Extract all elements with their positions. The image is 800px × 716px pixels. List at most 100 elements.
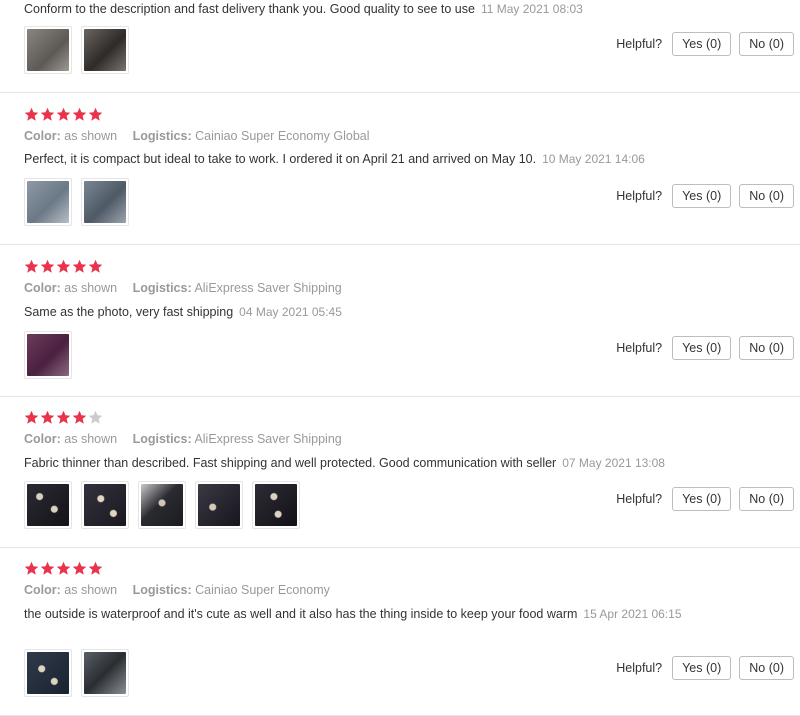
star-filled-icon (56, 410, 71, 425)
review-item: Conform to the description and fast deli… (0, 0, 800, 93)
review-meta: Color: as shown Logistics: AliExpress Sa… (24, 281, 354, 295)
review-photos (24, 26, 129, 74)
helpful-controls: Helpful? Yes (0) No (0) (616, 32, 794, 56)
star-filled-icon (72, 561, 87, 576)
star-filled-icon (40, 107, 55, 122)
helpful-yes-button[interactable]: Yes (0) (672, 656, 732, 680)
rating-stars (24, 410, 103, 426)
review-date: 11 May 2021 08:03 (480, 2, 583, 16)
review-item: Color: as shown Logistics: Cainiao Super… (0, 93, 800, 245)
review-photo[interactable] (195, 481, 243, 529)
review-photos (24, 331, 72, 379)
review-item: Color: as shown Logistics: Cainiao Super… (0, 547, 800, 716)
review-text: Perfect, it is compact but ideal to take… (24, 150, 684, 169)
star-filled-icon (24, 561, 39, 576)
review-item: Color: as shown Logistics: AliExpress Sa… (0, 244, 800, 397)
logistics-label: Logistics: (132, 281, 192, 295)
helpful-label: Helpful? (616, 492, 663, 506)
logistics-value: Cainiao Super Economy Global (195, 129, 370, 143)
review-photo[interactable] (24, 26, 72, 74)
review-date: 10 May 2021 14:06 (542, 152, 645, 166)
review-text: Same as the photo, very fast shipping 04 … (24, 303, 684, 322)
helpful-controls: Helpful? Yes (0) No (0) (616, 487, 794, 511)
helpful-controls: Helpful? Yes (0) No (0) (616, 336, 794, 360)
color-value: as shown (64, 432, 118, 446)
helpful-no-button[interactable]: No (0) (739, 487, 794, 511)
review-meta: Color: as shown Logistics: Cainiao Super… (24, 583, 342, 597)
helpful-no-button[interactable]: No (0) (739, 336, 794, 360)
helpful-controls: Helpful? Yes (0) No (0) (616, 656, 794, 680)
review-body: the outside is waterproof and it's cute … (24, 607, 578, 621)
review-body: Conform to the description and fast deli… (24, 2, 475, 16)
review-text: the outside is waterproof and it's cute … (24, 605, 688, 624)
helpful-label: Helpful? (616, 189, 663, 203)
rating-stars (24, 561, 103, 577)
color-value: as shown (64, 281, 118, 295)
star-filled-icon (88, 561, 103, 576)
star-empty-icon (88, 410, 103, 425)
star-filled-icon (72, 259, 87, 274)
review-photos (24, 481, 300, 529)
review-body: Perfect, it is compact but ideal to take… (24, 152, 537, 166)
review-meta: Color: as shown Logistics: AliExpress Sa… (24, 432, 354, 446)
rating-stars (24, 259, 103, 275)
review-date: 15 Apr 2021 06:15 (583, 607, 682, 621)
star-filled-icon (24, 259, 39, 274)
color-value: as shown (64, 583, 118, 597)
review-item: Color: as shown Logistics: AliExpress Sa… (0, 396, 800, 548)
helpful-no-button[interactable]: No (0) (739, 32, 794, 56)
logistics-label: Logistics: (132, 583, 192, 597)
helpful-no-button[interactable]: No (0) (739, 656, 794, 680)
review-photo[interactable] (24, 481, 72, 529)
review-body: Fabric thinner than described. Fast ship… (24, 456, 557, 470)
helpful-yes-button[interactable]: Yes (0) (672, 336, 732, 360)
helpful-controls: Helpful? Yes (0) No (0) (616, 184, 794, 208)
review-photo[interactable] (81, 481, 129, 529)
review-date: 07 May 2021 13:08 (562, 456, 665, 470)
helpful-label: Helpful? (616, 341, 663, 355)
color-label: Color: (24, 432, 61, 446)
logistics-label: Logistics: (132, 432, 192, 446)
review-meta: Color: as shown Logistics: Cainiao Super… (24, 129, 382, 143)
review-photo[interactable] (24, 649, 72, 697)
review-text: Fabric thinner than described. Fast ship… (24, 454, 684, 473)
star-filled-icon (72, 410, 87, 425)
review-photos (24, 649, 129, 697)
color-label: Color: (24, 583, 61, 597)
color-label: Color: (24, 281, 61, 295)
review-text: Conform to the description and fast deli… (24, 0, 684, 19)
review-photo[interactable] (24, 331, 72, 379)
color-value: as shown (64, 129, 118, 143)
review-photo[interactable] (24, 178, 72, 226)
star-filled-icon (56, 259, 71, 274)
helpful-yes-button[interactable]: Yes (0) (672, 184, 732, 208)
color-label: Color: (24, 129, 61, 143)
star-filled-icon (24, 410, 39, 425)
review-body: Same as the photo, very fast shipping (24, 305, 234, 319)
star-filled-icon (88, 259, 103, 274)
star-filled-icon (56, 561, 71, 576)
review-photo[interactable] (81, 649, 129, 697)
logistics-value: Cainiao Super Economy (195, 583, 330, 597)
rating-stars (24, 107, 103, 123)
helpful-yes-button[interactable]: Yes (0) (672, 487, 732, 511)
review-photo[interactable] (252, 481, 300, 529)
review-photos (24, 178, 129, 226)
review-date: 04 May 2021 05:45 (239, 305, 342, 319)
review-photo[interactable] (138, 481, 186, 529)
helpful-no-button[interactable]: No (0) (739, 184, 794, 208)
star-filled-icon (24, 107, 39, 122)
star-filled-icon (56, 107, 71, 122)
logistics-value: AliExpress Saver Shipping (194, 281, 342, 295)
star-filled-icon (40, 561, 55, 576)
review-photo[interactable] (81, 26, 129, 74)
helpful-yes-button[interactable]: Yes (0) (672, 32, 732, 56)
helpful-label: Helpful? (616, 661, 663, 675)
review-photo[interactable] (81, 178, 129, 226)
star-filled-icon (40, 259, 55, 274)
star-filled-icon (72, 107, 87, 122)
helpful-label: Helpful? (616, 37, 663, 51)
logistics-label: Logistics: (132, 129, 192, 143)
star-filled-icon (40, 410, 55, 425)
star-filled-icon (88, 107, 103, 122)
